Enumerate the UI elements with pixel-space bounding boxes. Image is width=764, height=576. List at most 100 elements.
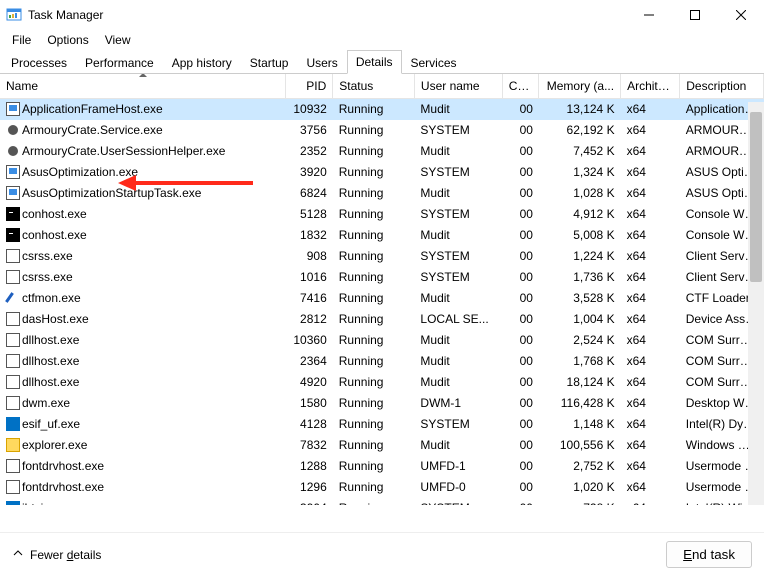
cell-cpu: 00 xyxy=(502,225,539,246)
cell-pid: 4128 xyxy=(286,414,333,435)
cell-name: conhost.exe xyxy=(0,204,286,225)
cell-pid: 3904 xyxy=(286,498,333,506)
table-row[interactable]: fontdrvhost.exe1288RunningUMFD-1002,752 … xyxy=(0,456,764,477)
cell-pid: 1296 xyxy=(286,477,333,498)
cell-arch: x64 xyxy=(621,435,680,456)
table-row[interactable]: ctfmon.exe7416RunningMudit003,528 Kx64CT… xyxy=(0,288,764,309)
table-row[interactable]: conhost.exe5128RunningSYSTEM004,912 Kx64… xyxy=(0,204,764,225)
process-icon xyxy=(6,312,20,326)
cell-user: SYSTEM xyxy=(414,498,502,506)
cell-memory: 100,556 K xyxy=(539,435,621,456)
window-controls xyxy=(626,0,764,30)
tab-performance[interactable]: Performance xyxy=(76,51,163,74)
vertical-scrollbar[interactable] xyxy=(748,102,764,505)
cell-user: Mudit xyxy=(414,351,502,372)
cell-cpu: 00 xyxy=(502,498,539,506)
cell-pid: 4920 xyxy=(286,372,333,393)
menu-view[interactable]: View xyxy=(97,31,139,49)
minimize-button[interactable] xyxy=(626,0,672,30)
cell-memory: 728 K xyxy=(539,498,621,506)
cell-memory: 116,428 K xyxy=(539,393,621,414)
close-button[interactable] xyxy=(718,0,764,30)
maximize-button[interactable] xyxy=(672,0,718,30)
cell-status: Running xyxy=(333,414,415,435)
cell-name: esif_uf.exe xyxy=(0,414,286,435)
col-pid[interactable]: PID xyxy=(286,74,333,99)
cell-memory: 1,324 K xyxy=(539,162,621,183)
cell-user: Mudit xyxy=(414,330,502,351)
cell-arch: x64 xyxy=(621,414,680,435)
tab-startup[interactable]: Startup xyxy=(241,51,298,74)
cell-arch: x64 xyxy=(621,309,680,330)
cell-arch: x64 xyxy=(621,393,680,414)
col-status[interactable]: Status xyxy=(333,74,415,99)
scrollbar-thumb[interactable] xyxy=(750,112,762,282)
cell-user: SYSTEM xyxy=(414,204,502,225)
cell-memory: 1,736 K xyxy=(539,267,621,288)
table-row[interactable]: dllhost.exe4920RunningMudit0018,124 Kx64… xyxy=(0,372,764,393)
process-icon xyxy=(6,228,20,242)
cell-arch: x64 xyxy=(621,204,680,225)
table-row[interactable]: explorer.exe7832RunningMudit00100,556 Kx… xyxy=(0,435,764,456)
table-row[interactable]: dllhost.exe10360RunningMudit002,524 Kx64… xyxy=(0,330,764,351)
cell-arch: x64 xyxy=(621,99,680,120)
cell-pid: 1016 xyxy=(286,267,333,288)
process-icon xyxy=(6,459,20,473)
table-row[interactable]: conhost.exe1832RunningMudit005,008 Kx64C… xyxy=(0,225,764,246)
cell-status: Running xyxy=(333,99,415,120)
col-user[interactable]: User name xyxy=(414,74,502,99)
tab-users[interactable]: Users xyxy=(297,51,346,74)
cell-cpu: 00 xyxy=(502,288,539,309)
table-row[interactable]: AsusOptimization.exe3920RunningSYSTEM001… xyxy=(0,162,764,183)
table-row[interactable]: ApplicationFrameHost.exe10932RunningMudi… xyxy=(0,99,764,120)
cell-cpu: 00 xyxy=(502,183,539,204)
table-row[interactable]: csrss.exe908RunningSYSTEM001,224 Kx64Cli… xyxy=(0,246,764,267)
menu-options[interactable]: Options xyxy=(39,31,96,49)
titlebar: Task Manager xyxy=(0,0,764,30)
col-arch[interactable]: Archite... xyxy=(621,74,680,99)
cell-memory: 1,020 K xyxy=(539,477,621,498)
table-row[interactable]: dasHost.exe2812RunningLOCAL SE...001,004… xyxy=(0,309,764,330)
cell-pid: 6824 xyxy=(286,183,333,204)
tab-app-history[interactable]: App history xyxy=(163,51,241,74)
cell-pid: 3920 xyxy=(286,162,333,183)
col-cpu[interactable]: CPU xyxy=(502,74,539,99)
tab-services[interactable]: Services xyxy=(402,51,466,74)
table-row[interactable]: fontdrvhost.exe1296RunningUMFD-0001,020 … xyxy=(0,477,764,498)
cell-name: fontdrvhost.exe xyxy=(0,477,286,498)
cell-pid: 10932 xyxy=(286,99,333,120)
end-task-button[interactable]: End task xyxy=(666,541,752,568)
table-row[interactable]: dwm.exe1580RunningDWM-100116,428 Kx64Des… xyxy=(0,393,764,414)
cell-arch: x64 xyxy=(621,141,680,162)
cell-pid: 7832 xyxy=(286,435,333,456)
menu-file[interactable]: File xyxy=(4,31,39,49)
col-desc[interactable]: Description xyxy=(680,74,764,99)
table-row[interactable]: ArmouryCrate.Service.exe3756RunningSYSTE… xyxy=(0,120,764,141)
col-name[interactable]: Name xyxy=(0,74,286,99)
cell-arch: x64 xyxy=(621,183,680,204)
cell-status: Running xyxy=(333,393,415,414)
cell-status: Running xyxy=(333,351,415,372)
table-row[interactable]: csrss.exe1016RunningSYSTEM001,736 Kx64Cl… xyxy=(0,267,764,288)
cell-arch: x64 xyxy=(621,267,680,288)
tab-details[interactable]: Details xyxy=(347,50,402,74)
table-row[interactable]: ibtsiva.exe3904RunningSYSTEM00728 Kx64In… xyxy=(0,498,764,506)
table-row[interactable]: esif_uf.exe4128RunningSYSTEM001,148 Kx64… xyxy=(0,414,764,435)
process-icon xyxy=(6,480,20,494)
cell-name: ctfmon.exe xyxy=(0,288,286,309)
cell-user: Mudit xyxy=(414,225,502,246)
cell-arch: x64 xyxy=(621,288,680,309)
table-row[interactable]: AsusOptimizationStartupTask.exe6824Runni… xyxy=(0,183,764,204)
table-row[interactable]: dllhost.exe2364RunningMudit001,768 Kx64C… xyxy=(0,351,764,372)
cell-memory: 2,752 K xyxy=(539,456,621,477)
cell-status: Running xyxy=(333,120,415,141)
fewer-details-button[interactable]: Fewer details xyxy=(12,547,101,562)
tab-processes[interactable]: Processes xyxy=(2,51,76,74)
cell-status: Running xyxy=(333,456,415,477)
process-icon xyxy=(6,354,20,368)
cell-pid: 2812 xyxy=(286,309,333,330)
cell-cpu: 00 xyxy=(502,99,539,120)
cell-pid: 7416 xyxy=(286,288,333,309)
table-row[interactable]: ArmouryCrate.UserSessionHelper.exe2352Ru… xyxy=(0,141,764,162)
col-memory[interactable]: Memory (a... xyxy=(539,74,621,99)
